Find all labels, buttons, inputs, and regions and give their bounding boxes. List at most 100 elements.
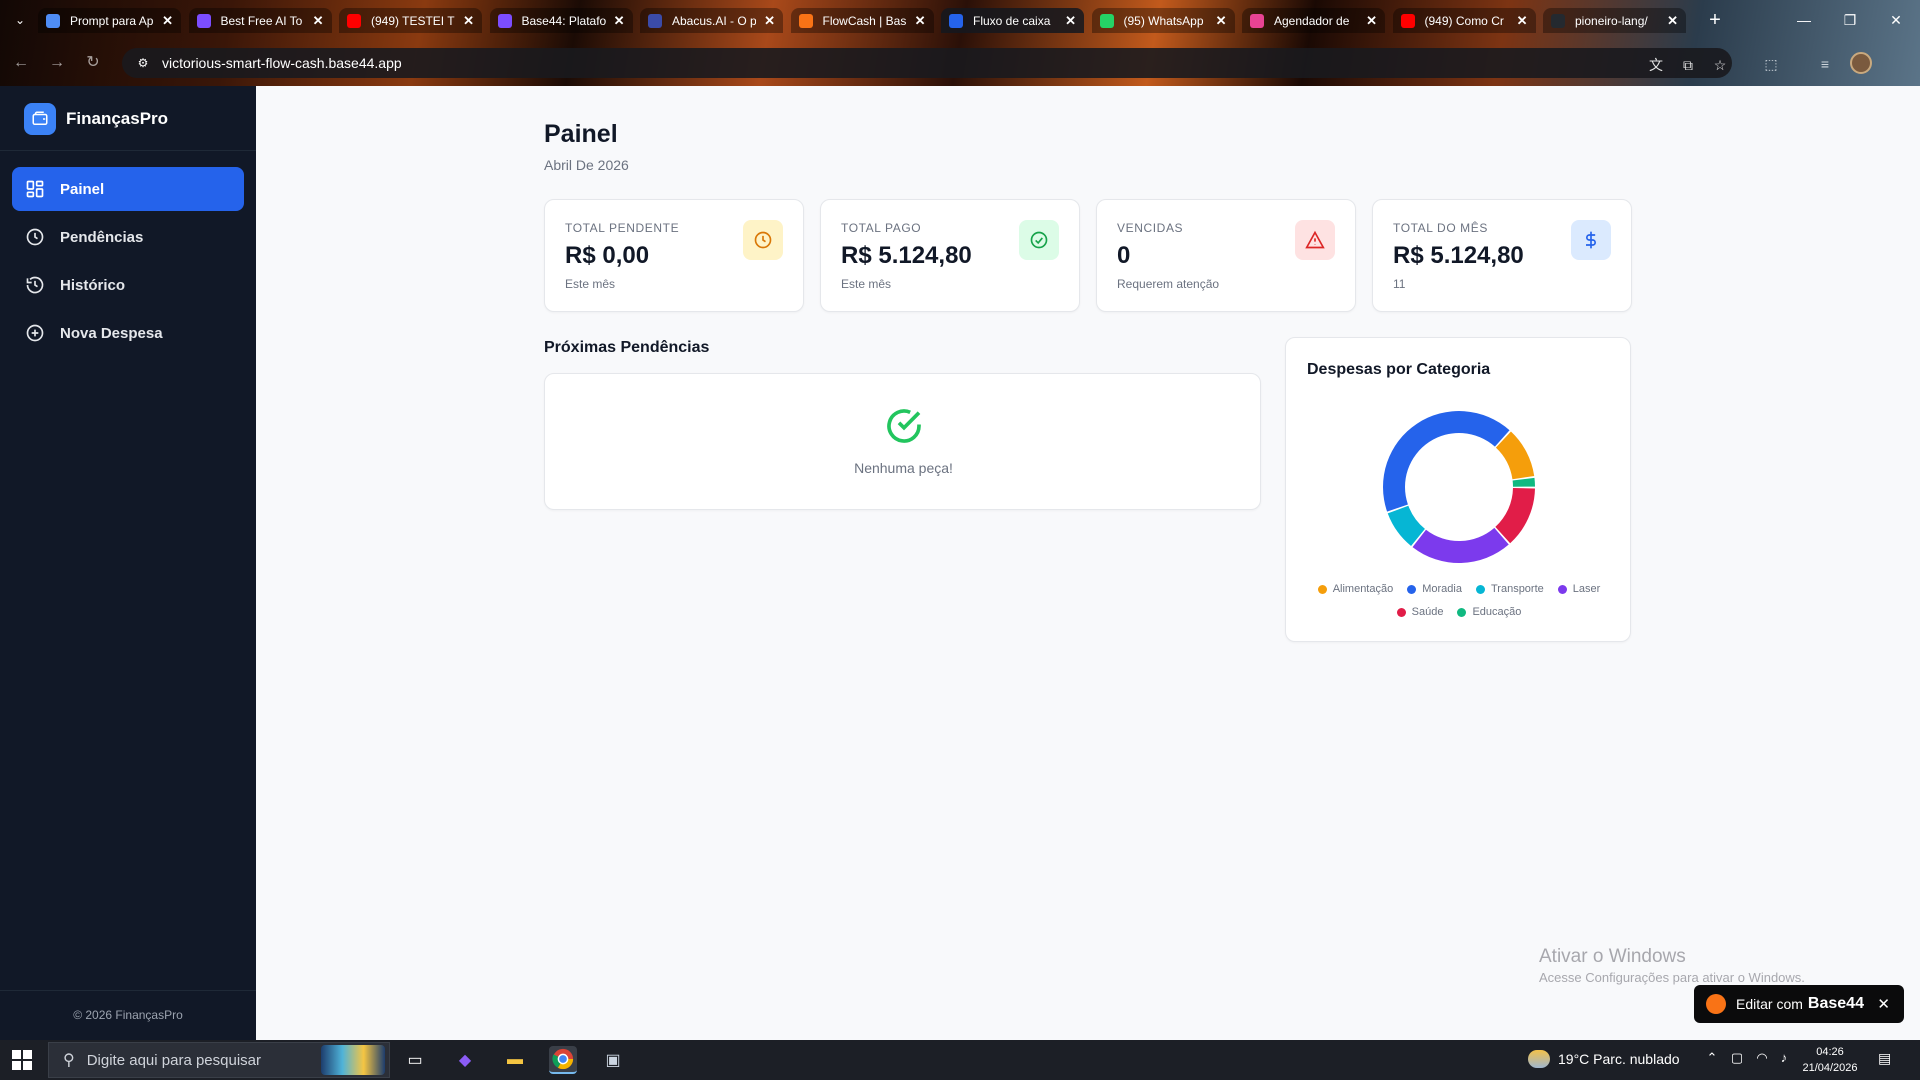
sidebar-item-nova-despesa[interactable]: Nova Despesa bbox=[12, 311, 244, 355]
taskbar-search[interactable]: ⚲ Digite aqui para pesquisar bbox=[48, 1042, 390, 1078]
file-explorer-icon[interactable]: ▬ bbox=[501, 1046, 529, 1074]
stat-note: Este mês bbox=[841, 277, 892, 291]
tab-label: pioneiro-lang/ bbox=[1575, 13, 1648, 28]
legend-item: Laser bbox=[1557, 583, 1600, 595]
legend-item: Moradia bbox=[1407, 583, 1462, 595]
browser-tab[interactable]: (949) TESTEI TF ✕ bbox=[339, 8, 482, 33]
sidebar-item-pendencias[interactable]: Pendências bbox=[12, 215, 244, 259]
browser-tab[interactable]: (949) Como Cr ✕ bbox=[1392, 8, 1536, 33]
legend-dot bbox=[1317, 584, 1327, 594]
tab-close-icon[interactable]: ✕ bbox=[313, 13, 324, 29]
tab-close-icon[interactable]: ✕ bbox=[1667, 13, 1678, 29]
site-settings-icon[interactable]: ⚙ bbox=[134, 54, 152, 72]
donut-slice-laser[interactable] bbox=[1412, 527, 1509, 563]
edit-with-base44-button[interactable]: Editar com Base44 ✕ bbox=[1694, 985, 1904, 1023]
tab-label: (949) TESTEI TF bbox=[371, 13, 456, 28]
tab-favicon-icon bbox=[648, 13, 662, 28]
stat-card-total-mes: TOTAL DO MÊS R$ 5.124,80 11 bbox=[1372, 199, 1632, 312]
app-window-icon[interactable]: ▣ bbox=[599, 1046, 627, 1074]
tab-close-icon[interactable]: ✕ bbox=[1517, 13, 1528, 29]
sidebar-item-painel[interactable]: Painel bbox=[12, 167, 244, 211]
taskbar: ⚲ Digite aqui para pesquisar ▭ ◆ ▬ ▣ 19°… bbox=[0, 1040, 1920, 1080]
search-icon: ⚲ bbox=[63, 1052, 75, 1069]
task-view-icon[interactable]: ▭ bbox=[401, 1046, 429, 1074]
tray-chevron-icon[interactable]: ⌃ bbox=[1703, 1050, 1721, 1066]
donut-slice-moradia[interactable] bbox=[1383, 411, 1510, 512]
legend-label: Educação bbox=[1472, 606, 1522, 618]
tab-label: Fluxo de caixa bbox=[973, 13, 1051, 28]
windows-start-icon[interactable] bbox=[12, 1050, 32, 1070]
weather-widget[interactable]: 19°C Parc. nublado bbox=[1528, 1050, 1680, 1068]
sidebar-item-historico[interactable]: Histórico bbox=[12, 263, 244, 307]
close-icon[interactable]: ✕ bbox=[1877, 995, 1890, 1013]
meet-now-icon[interactable]: ▢ bbox=[1728, 1050, 1746, 1066]
notifications-icon[interactable]: ▤ bbox=[1878, 1050, 1891, 1067]
tab-label: Agendador de bbox=[1274, 13, 1350, 28]
browser-tab[interactable]: pioneiro-lang/ ✕ bbox=[1543, 8, 1686, 33]
forward-icon[interactable]: → bbox=[46, 52, 68, 74]
stat-value: R$ 0,00 bbox=[565, 242, 650, 269]
profile-avatar[interactable] bbox=[1850, 52, 1872, 74]
back-icon[interactable]: ← bbox=[10, 52, 32, 74]
chrome-icon[interactable] bbox=[549, 1046, 577, 1074]
minimize-icon[interactable]: — bbox=[1784, 8, 1824, 32]
browser-tab[interactable]: (95) WhatsApp ✕ bbox=[1091, 8, 1235, 33]
sidebar-divider bbox=[0, 150, 256, 151]
install-app-icon[interactable]: ⧉ bbox=[1678, 55, 1698, 75]
address-bar[interactable]: ⚙ victorious-smart-flow-cash.base44.app … bbox=[122, 48, 1732, 78]
stat-label: TOTAL PAGO bbox=[841, 221, 922, 235]
tab-close-icon[interactable]: ✕ bbox=[1065, 13, 1076, 29]
legend-label: Moradia bbox=[1422, 583, 1462, 595]
tab-label: (95) WhatsApp bbox=[1123, 13, 1204, 28]
browser-tab[interactable]: Prompt para Ap ✕ bbox=[38, 8, 181, 33]
page-title: Painel bbox=[544, 120, 618, 148]
clock-icon bbox=[743, 220, 783, 260]
tab-close-icon[interactable]: ✕ bbox=[463, 13, 474, 29]
brand[interactable]: FinançasPro bbox=[24, 103, 168, 135]
new-tab-button[interactable]: + bbox=[1703, 8, 1727, 32]
tab-search-chevron-icon[interactable]: ⌄ bbox=[10, 10, 30, 30]
history-icon bbox=[24, 274, 46, 296]
browser-tab[interactable]: Best Free AI To ✕ bbox=[188, 8, 332, 33]
alert-triangle-icon bbox=[1295, 220, 1335, 260]
donut-slice-educacao[interactable] bbox=[1512, 477, 1535, 487]
extensions-icon[interactable]: ⬚ bbox=[1760, 53, 1782, 75]
bookmark-star-icon[interactable]: ☆ bbox=[1710, 55, 1730, 75]
taskbar-search-placeholder: Digite aqui para pesquisar bbox=[86, 1051, 261, 1069]
donut-chart bbox=[1383, 411, 1535, 563]
translate-icon[interactable]: 文 bbox=[1646, 55, 1666, 75]
pending-card: Nenhuma peça! bbox=[544, 373, 1261, 510]
legend-item: Educação bbox=[1457, 606, 1521, 618]
tab-close-icon[interactable]: ✕ bbox=[915, 13, 926, 29]
browser-tab[interactable]: Abacus.AI - O p ✕ bbox=[640, 8, 783, 33]
tab-favicon-icon bbox=[1099, 13, 1114, 28]
browser-tab[interactable]: FlowCash | Bas ✕ bbox=[790, 8, 934, 33]
taskbar-clock[interactable]: 04:26 21/04/2026 bbox=[1790, 1044, 1870, 1076]
sidebar-footer: © 2026 FinançasPro bbox=[73, 1008, 183, 1022]
stat-value: 0 bbox=[1117, 242, 1131, 269]
tab-close-icon[interactable]: ✕ bbox=[1366, 13, 1377, 29]
network-icon[interactable]: ◠ bbox=[1753, 1050, 1771, 1066]
tab-close-icon[interactable]: ✕ bbox=[764, 13, 775, 29]
sidebar-item-label: Nova Despesa bbox=[60, 324, 163, 342]
browser-tab[interactable]: Agendador de ✕ bbox=[1242, 8, 1385, 33]
browser-tab[interactable]: Fluxo de caixa ✕ bbox=[941, 8, 1084, 33]
tab-close-icon[interactable]: ✕ bbox=[1216, 13, 1227, 29]
legend-item: Transporte bbox=[1475, 583, 1544, 595]
copilot-icon[interactable]: ◆ bbox=[451, 1046, 479, 1074]
dollar-icon bbox=[1571, 220, 1611, 260]
tab-close-icon[interactable]: ✕ bbox=[614, 13, 625, 29]
tab-label: FlowCash | Bas bbox=[822, 13, 907, 28]
partly-cloudy-icon bbox=[1528, 1050, 1550, 1068]
check-circle-icon bbox=[1019, 220, 1059, 260]
close-window-icon[interactable]: ✕ bbox=[1876, 8, 1916, 32]
reading-list-icon[interactable]: ≡ bbox=[1814, 53, 1836, 75]
tab-close-icon[interactable]: ✕ bbox=[162, 13, 173, 29]
chart-legend: Saúde Educação bbox=[1286, 606, 1632, 618]
reload-icon[interactable]: ↻ bbox=[82, 52, 104, 74]
legend-dot bbox=[1396, 607, 1406, 617]
browser-tab[interactable]: Base44: Platafo ✕ bbox=[489, 8, 633, 33]
donut-slice-saude[interactable] bbox=[1495, 488, 1535, 544]
legend-dot bbox=[1557, 584, 1567, 594]
restore-icon[interactable]: ❐ bbox=[1830, 8, 1870, 32]
